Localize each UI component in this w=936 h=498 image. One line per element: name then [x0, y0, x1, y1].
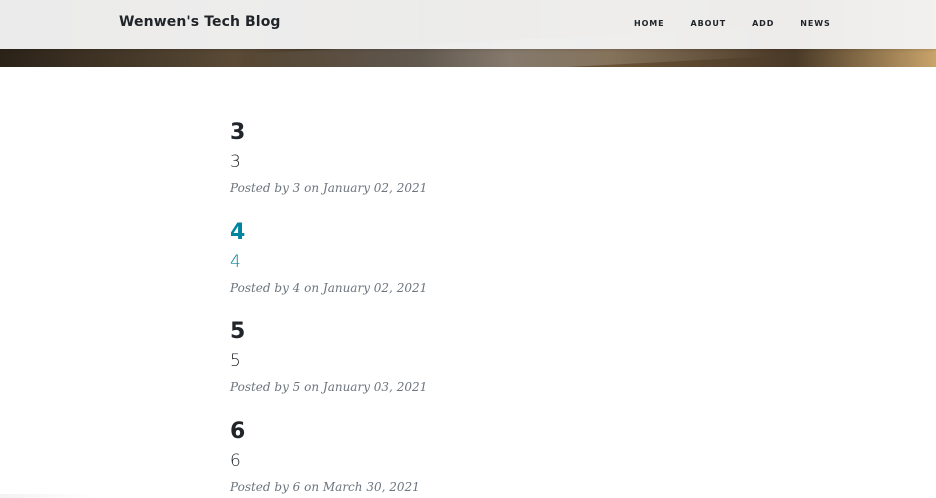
post-title-link[interactable]: 3: [230, 118, 710, 148]
post-subtitle-link[interactable]: 5: [230, 347, 710, 379]
nav-news-link[interactable]: NEWS: [800, 19, 830, 28]
nav-home-link[interactable]: HOME: [634, 19, 665, 28]
post-preview: 5 5 Posted by 5 on January 03, 2021: [230, 317, 710, 417]
post-meta: Posted by 4 on January 02, 2021: [230, 280, 428, 295]
post-meta: Posted by 5 on January 03, 2021: [230, 380, 428, 394]
post-title-link[interactable]: 4: [230, 218, 710, 248]
post-title-link[interactable]: 6: [230, 417, 710, 447]
brand-link[interactable]: Wenwen's Tech Blog: [119, 14, 281, 30]
post-subtitle-link[interactable]: 3: [230, 148, 710, 180]
navbar: Wenwen's Tech Blog HOME ABOUT ADD NEWS: [0, 0, 936, 49]
corner-shadow: [0, 494, 95, 498]
post-meta: Posted by 3 on January 02, 2021: [230, 181, 428, 195]
nav-add-link[interactable]: ADD: [752, 19, 774, 28]
nav-about-link[interactable]: ABOUT: [691, 19, 727, 28]
post-list: 3 3 Posted by 3 on January 02, 2021 4 4 …: [230, 118, 710, 498]
post-preview: 4 4 Posted by 4 on January 02, 2021: [230, 218, 710, 318]
post-subtitle-link[interactable]: 6: [230, 447, 710, 479]
nav-links: HOME ABOUT ADD NEWS: [634, 19, 857, 28]
post-preview: 3 3 Posted by 3 on January 02, 2021: [230, 118, 710, 218]
post-preview: 6 6 Posted by 6 on March 30, 2021: [230, 417, 710, 498]
post-title-link[interactable]: 5: [230, 317, 710, 347]
post-subtitle-link[interactable]: 4: [230, 248, 710, 280]
post-meta: Posted by 6 on March 30, 2021: [230, 479, 420, 494]
